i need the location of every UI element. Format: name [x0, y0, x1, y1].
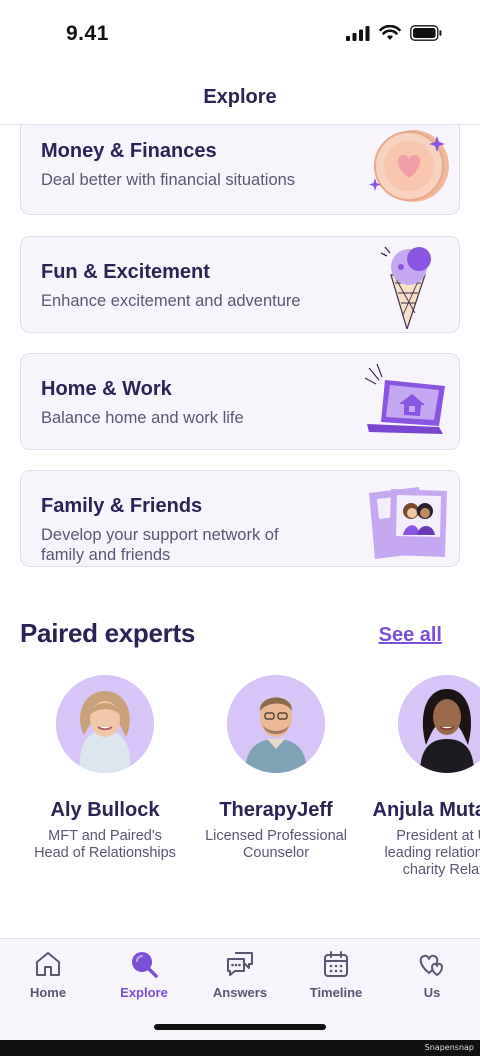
wifi-icon [379, 25, 401, 40]
tab-label: Home [29, 985, 67, 1000]
tab-home[interactable]: Home [0, 949, 96, 1000]
expert-card[interactable]: Aly Bullock MFT and Paired's Head of Rel… [20, 672, 190, 862]
expert-name: Aly Bullock [50, 799, 160, 821]
topic-title: Family & Friends [41, 495, 203, 517]
topic-card-money[interactable]: Money & Finances Deal better with financ… [20, 125, 460, 215]
hearts-icon [419, 954, 443, 976]
status-icons [346, 25, 442, 41]
home-indicator [154, 1024, 326, 1030]
avatar [398, 675, 480, 773]
watermark-bar: Snapensnap [0, 1040, 480, 1056]
tab-explore[interactable]: Explore [96, 949, 192, 1000]
status-time: 9.41 [66, 22, 109, 45]
tab-answers[interactable]: Answers [192, 949, 288, 1000]
watermark: Snapensnap [424, 1043, 474, 1052]
topic-description: Deal better with financial situations [41, 171, 296, 189]
topic-card-home-work[interactable]: Home & Work Balance home and work life [20, 353, 460, 450]
topic-title: Money & Finances [41, 140, 217, 162]
coin-heart-icon [369, 130, 449, 202]
avatar [56, 675, 154, 773]
nav-header: Explore [0, 72, 480, 125]
expert-card[interactable]: Anjula Mutanda President at UK leading r… [362, 672, 480, 879]
status-bar: 9.41 [0, 0, 480, 72]
chat-bubbles-icon [227, 952, 253, 976]
topic-list: Money & Finances Deal better with financ… [0, 125, 480, 570]
tab-timeline[interactable]: Timeline [288, 949, 384, 1000]
section-title: Paired experts [20, 618, 196, 648]
tab-us[interactable]: Us [384, 949, 480, 1000]
battery-icon [410, 25, 442, 41]
experts-carousel[interactable]: Aly Bullock MFT and Paired's Head of Rel… [0, 672, 480, 932]
laptop-house-icon [364, 363, 445, 434]
expert-card[interactable]: TherapyJeff Licensed Professional Counse… [191, 672, 361, 862]
tab-label: Timeline [309, 985, 363, 1000]
tab-label: Us [423, 985, 441, 1000]
see-all-link[interactable]: See all [379, 624, 442, 647]
topic-title: Home & Work [41, 378, 172, 400]
expert-role: MFT and Paired's Head of Relationships [34, 828, 176, 861]
topic-description: Balance home and work life [41, 409, 244, 427]
topic-description: Enhance excitement and adventure [41, 292, 301, 310]
tab-label: Explore [120, 985, 168, 1000]
topic-card-family-friends[interactable]: Family & Friends Develop your support ne… [20, 470, 460, 567]
topic-title: Fun & Excitement [41, 261, 210, 283]
search-icon [132, 952, 158, 978]
tab-label: Answers [212, 985, 268, 1000]
expert-role: President at UK leading relationship cha… [384, 828, 480, 878]
tab-bar: Home Explore Answers Timeline Us [0, 938, 480, 1040]
home-icon [36, 952, 60, 976]
expert-name: TherapyJeff [219, 799, 333, 821]
topic-description: Develop your support network of family a… [41, 526, 279, 564]
avatar [227, 675, 325, 773]
calendar-icon [324, 951, 348, 977]
photos-icon [369, 487, 447, 559]
topic-card-fun[interactable]: Fun & Excitement Enhance excitement and … [20, 236, 460, 333]
expert-role: Licensed Professional Counselor [205, 828, 347, 861]
ice-cream-icon [380, 246, 431, 329]
signal-icon [346, 25, 370, 41]
page-title: Explore [203, 86, 277, 108]
expert-name: Anjula Mutanda [372, 799, 480, 821]
